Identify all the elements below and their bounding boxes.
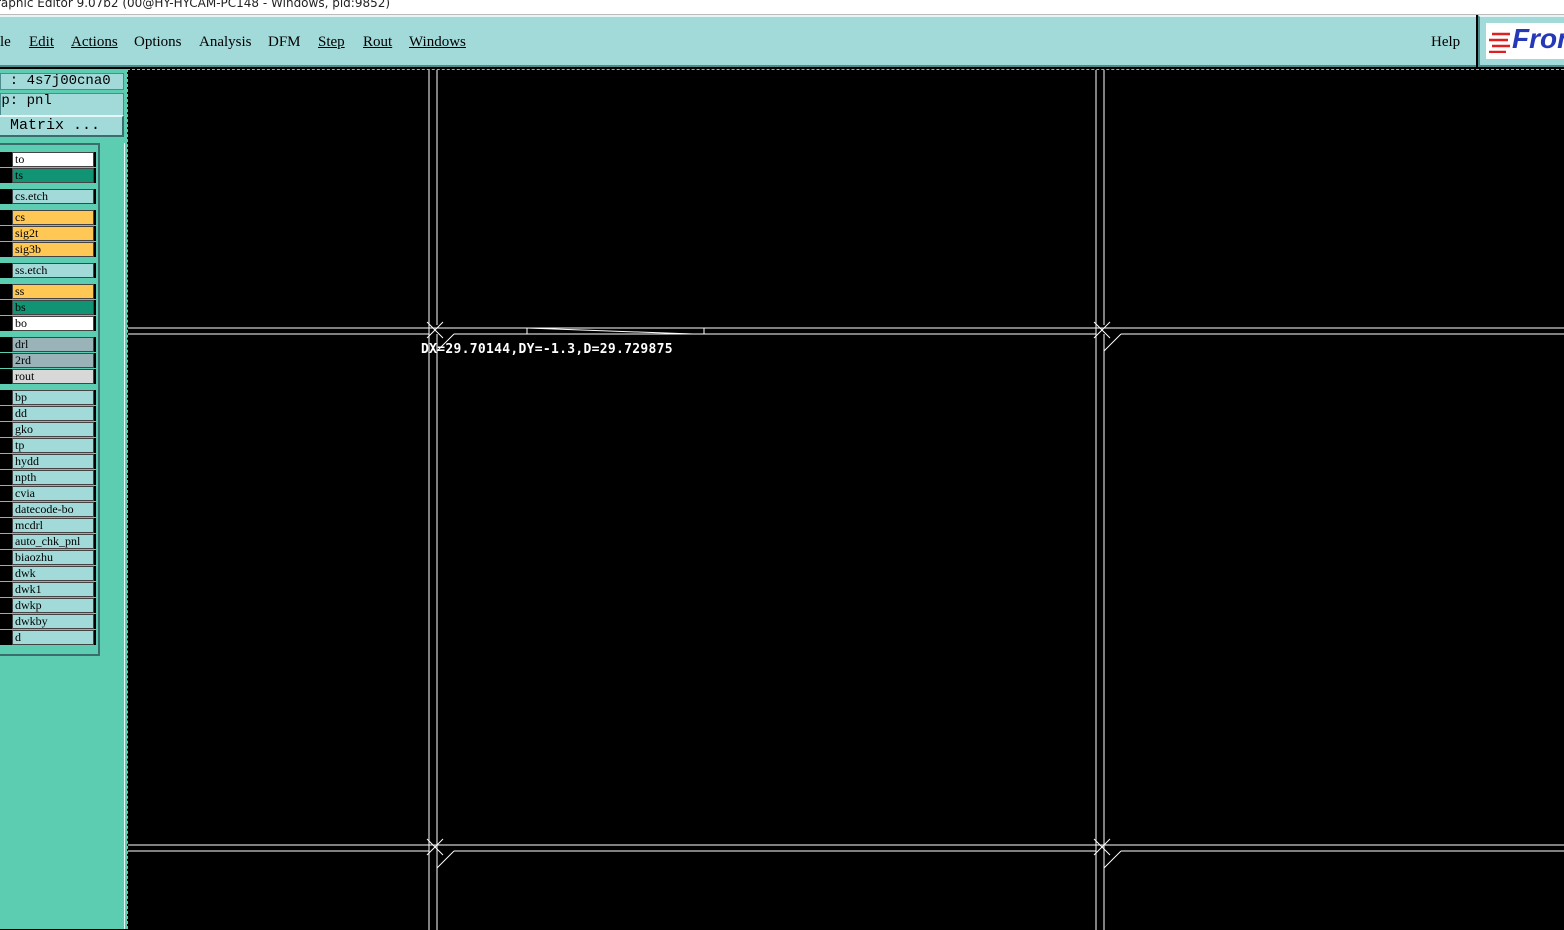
- menu-step-label: Step: [318, 34, 345, 50]
- layer-label: sig3b: [12, 242, 94, 257]
- layer-row[interactable]: d: [0, 630, 96, 645]
- layer-row[interactable]: dd: [0, 406, 96, 421]
- step-name-field: ep: pnl: [0, 93, 124, 110]
- layer-row[interactable]: dwkp: [0, 598, 96, 613]
- menu-file[interactable]: le: [0, 34, 11, 51]
- layer-label: bo: [12, 316, 94, 331]
- menu-analysis[interactable]: Analysis: [199, 34, 252, 51]
- menu-actions-label: Actions: [71, 34, 118, 50]
- layer-row[interactable]: bp: [0, 390, 96, 405]
- layer-label: bs: [12, 300, 94, 315]
- layer-label: ss: [12, 284, 94, 299]
- measurement-readout: DX=29.70144,DY=-1.3,D=29.729875: [421, 342, 673, 357]
- canvas-drawing: [128, 70, 1564, 930]
- layer-label: dwkp: [12, 598, 94, 613]
- layer-label: sig2t: [12, 226, 94, 241]
- logo-frame: Fron: [1478, 15, 1564, 67]
- menu-help[interactable]: Help: [1431, 34, 1460, 51]
- job-name-field: o : 4s7j00cna0: [0, 73, 124, 90]
- layer-row[interactable]: datecode-bo: [0, 502, 96, 517]
- layer-row[interactable]: sig3b: [0, 242, 96, 257]
- layer-row[interactable]: auto_chk_pnl: [0, 534, 96, 549]
- logo-speed-lines-icon: [1489, 32, 1510, 53]
- layer-label: cs.etch: [12, 189, 94, 204]
- menu-windows-label: Windows: [409, 34, 466, 50]
- layer-row[interactable]: tp: [0, 438, 96, 453]
- layer-row[interactable]: drl: [0, 337, 96, 352]
- layer-label: auto_chk_pnl: [12, 534, 94, 549]
- layer-label: biaozhu: [12, 550, 94, 565]
- layer-label: cs: [12, 210, 94, 225]
- layer-row[interactable]: rout: [0, 369, 96, 384]
- layer-row[interactable]: bs: [0, 300, 96, 315]
- layer-row[interactable]: sig2t: [0, 226, 96, 241]
- layer-row[interactable]: ss.etch: [0, 263, 96, 278]
- layer-row[interactable]: biaozhu: [0, 550, 96, 565]
- layer-row[interactable]: hydd: [0, 454, 96, 469]
- logo-text: Fron: [1512, 23, 1564, 54]
- layer-label: npth: [12, 470, 94, 485]
- layer-label: datecode-bo: [12, 502, 94, 517]
- menu-actions[interactable]: Actions: [71, 34, 118, 51]
- layer-label: dd: [12, 406, 94, 421]
- layer-row[interactable]: bo: [0, 316, 96, 331]
- layer-label: dwk: [12, 566, 94, 581]
- layer-label: tp: [12, 438, 94, 453]
- layer-label: ts: [12, 168, 94, 183]
- logo: Fron: [1486, 23, 1564, 59]
- layer-row[interactable]: gko: [0, 422, 96, 437]
- layer-row[interactable]: ss: [0, 284, 96, 299]
- layer-label: bp: [12, 390, 94, 405]
- layer-row[interactable]: npth: [0, 470, 96, 485]
- layer-row[interactable]: cs: [0, 210, 96, 225]
- layer-row[interactable]: dwk1: [0, 582, 96, 597]
- layer-row[interactable]: to: [0, 152, 96, 167]
- menu-edit[interactable]: Edit: [29, 34, 54, 51]
- window-title: raphic Editor 9.07b2 (00@HY-HYCAM-PC148 …: [0, 0, 391, 10]
- layer-row[interactable]: mcdrl: [0, 518, 96, 533]
- layer-list: to ts cs.etch cs sig2t sig3b ss.etch ss bs bo drl 2…: [0, 143, 100, 656]
- layer-label: drl: [12, 337, 94, 352]
- left-panel: o : 4s7j00cna0 ep: pnl b Matrix ... tots…: [0, 69, 127, 929]
- layer-label: hydd: [12, 454, 94, 469]
- layer-label: cvia: [12, 486, 94, 501]
- layer-row[interactable]: cs.etch: [0, 189, 96, 204]
- layer-row[interactable]: 2rd: [0, 353, 96, 368]
- layer-label: ss.etch: [12, 263, 94, 278]
- layer-label: gko: [12, 422, 94, 437]
- menu-edit-label: Edit: [29, 34, 54, 50]
- layer-row[interactable]: cvia: [0, 486, 96, 501]
- layer-label: rout: [12, 369, 94, 384]
- layer-label: mcdrl: [12, 518, 94, 533]
- window-titlebar: raphic Editor 9.07b2 (00@HY-HYCAM-PC148 …: [0, 0, 1564, 15]
- menu-dfm[interactable]: DFM: [268, 34, 301, 51]
- menu-rout-label: Rout: [363, 34, 393, 50]
- menu-bar: le Edit Actions Options Analysis DFM Ste…: [0, 15, 1476, 67]
- layer-row[interactable]: dwk: [0, 566, 96, 581]
- layer-label: 2rd: [12, 353, 94, 368]
- menu-rout[interactable]: Rout: [363, 34, 392, 51]
- layer-label: dwkby: [12, 614, 94, 629]
- layer-label: to: [12, 152, 94, 167]
- menu-windows[interactable]: Windows: [409, 34, 466, 51]
- menu-options[interactable]: Options: [134, 34, 182, 51]
- layer-label: dwk1: [12, 582, 94, 597]
- layer-row[interactable]: dwkby: [0, 614, 96, 629]
- job-matrix-button[interactable]: b Matrix ...: [0, 115, 124, 137]
- menu-step[interactable]: Step: [318, 34, 345, 51]
- layer-row[interactable]: ts: [0, 168, 96, 183]
- layer-label: d: [12, 630, 94, 645]
- graphic-canvas[interactable]: DX=29.70144,DY=-1.3,D=29.729875: [127, 69, 1564, 930]
